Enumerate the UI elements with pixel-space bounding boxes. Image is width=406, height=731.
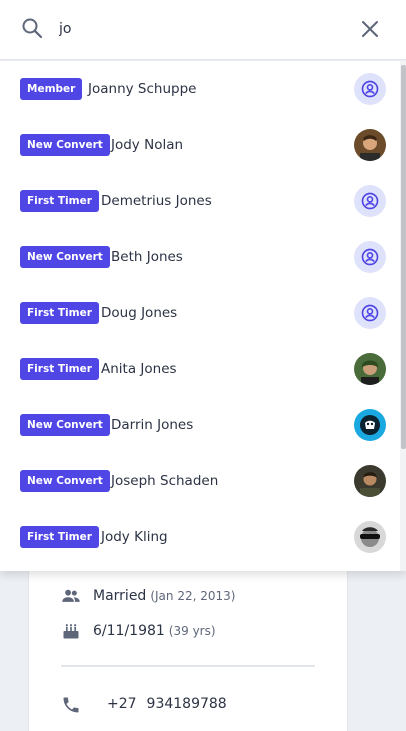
phone-country-code: +27 bbox=[107, 696, 137, 712]
avatar bbox=[354, 521, 386, 553]
result-row[interactable]: First Timer Jody Kling bbox=[0, 509, 400, 565]
status-badge: First Timer bbox=[20, 302, 99, 324]
result-row[interactable]: New Convert Darrin Jones bbox=[0, 397, 400, 453]
result-name: Demetrius Jones bbox=[101, 193, 212, 209]
avatar bbox=[354, 129, 386, 161]
marital-status-row: Married (Jan 22, 2013) bbox=[61, 586, 235, 606]
avatar bbox=[354, 465, 386, 497]
close-icon[interactable] bbox=[358, 17, 382, 41]
result-row[interactable]: New Convert Beth Jones bbox=[0, 229, 400, 285]
avatar bbox=[354, 409, 386, 441]
result-row[interactable]: First Timer Anita Jones bbox=[0, 341, 400, 397]
status-badge: Member bbox=[20, 78, 83, 100]
status-badge: First Timer bbox=[20, 190, 99, 212]
birthday: 6/11/1981 bbox=[93, 623, 165, 639]
avatar-placeholder-icon bbox=[354, 73, 386, 105]
result-name: Jody Nolan bbox=[111, 137, 184, 153]
scrollbar-thumb[interactable] bbox=[401, 65, 406, 449]
avatar bbox=[354, 353, 386, 385]
status-badge: First Timer bbox=[20, 526, 99, 548]
result-row[interactable]: New Convert Jody Nolan bbox=[0, 117, 400, 173]
phone-icon bbox=[61, 694, 81, 714]
result-row[interactable]: Member Joanny Schuppe bbox=[0, 61, 400, 117]
result-row[interactable]: New Convert Joseph Schaden bbox=[0, 453, 400, 509]
avatar-placeholder-icon bbox=[354, 185, 386, 217]
status-badge: First Timer bbox=[20, 358, 99, 380]
search-bar bbox=[0, 0, 406, 60]
result-name: Joseph Schaden bbox=[111, 473, 219, 489]
result-name: Joanny Schuppe bbox=[88, 81, 197, 97]
birthday-row: 6/11/1981 (39 yrs) bbox=[61, 621, 216, 641]
status-badge: New Convert bbox=[20, 470, 110, 492]
search-icon bbox=[20, 16, 44, 40]
avatar-placeholder-icon bbox=[354, 297, 386, 329]
result-name: Doug Jones bbox=[101, 305, 178, 321]
people-icon bbox=[61, 586, 81, 606]
scrollbar[interactable] bbox=[400, 61, 406, 571]
status-badge: New Convert bbox=[20, 246, 110, 268]
phone-row[interactable]: +27 934189788 bbox=[61, 694, 227, 714]
status-badge: New Convert bbox=[20, 414, 110, 436]
search-input[interactable] bbox=[59, 16, 339, 42]
result-name: Beth Jones bbox=[111, 249, 183, 265]
cake-icon bbox=[61, 621, 81, 641]
result-row[interactable]: First Timer Demetrius Jones bbox=[0, 173, 400, 229]
avatar-placeholder-icon bbox=[354, 241, 386, 273]
result-name: Anita Jones bbox=[101, 361, 177, 377]
status-badge: New Convert bbox=[20, 134, 110, 156]
phone-number: 934189788 bbox=[146, 696, 227, 712]
search-results: Member Joanny Schuppe New Convert Jody N… bbox=[0, 61, 406, 571]
result-row[interactable]: First Timer Doug Jones bbox=[0, 285, 400, 341]
result-name: Darrin Jones bbox=[111, 417, 194, 433]
marital-status: Married bbox=[93, 588, 147, 604]
result-name: Jody Kling bbox=[101, 529, 168, 545]
age: (39 yrs) bbox=[168, 624, 216, 638]
marital-date: (Jan 22, 2013) bbox=[150, 589, 236, 603]
divider bbox=[61, 665, 315, 667]
